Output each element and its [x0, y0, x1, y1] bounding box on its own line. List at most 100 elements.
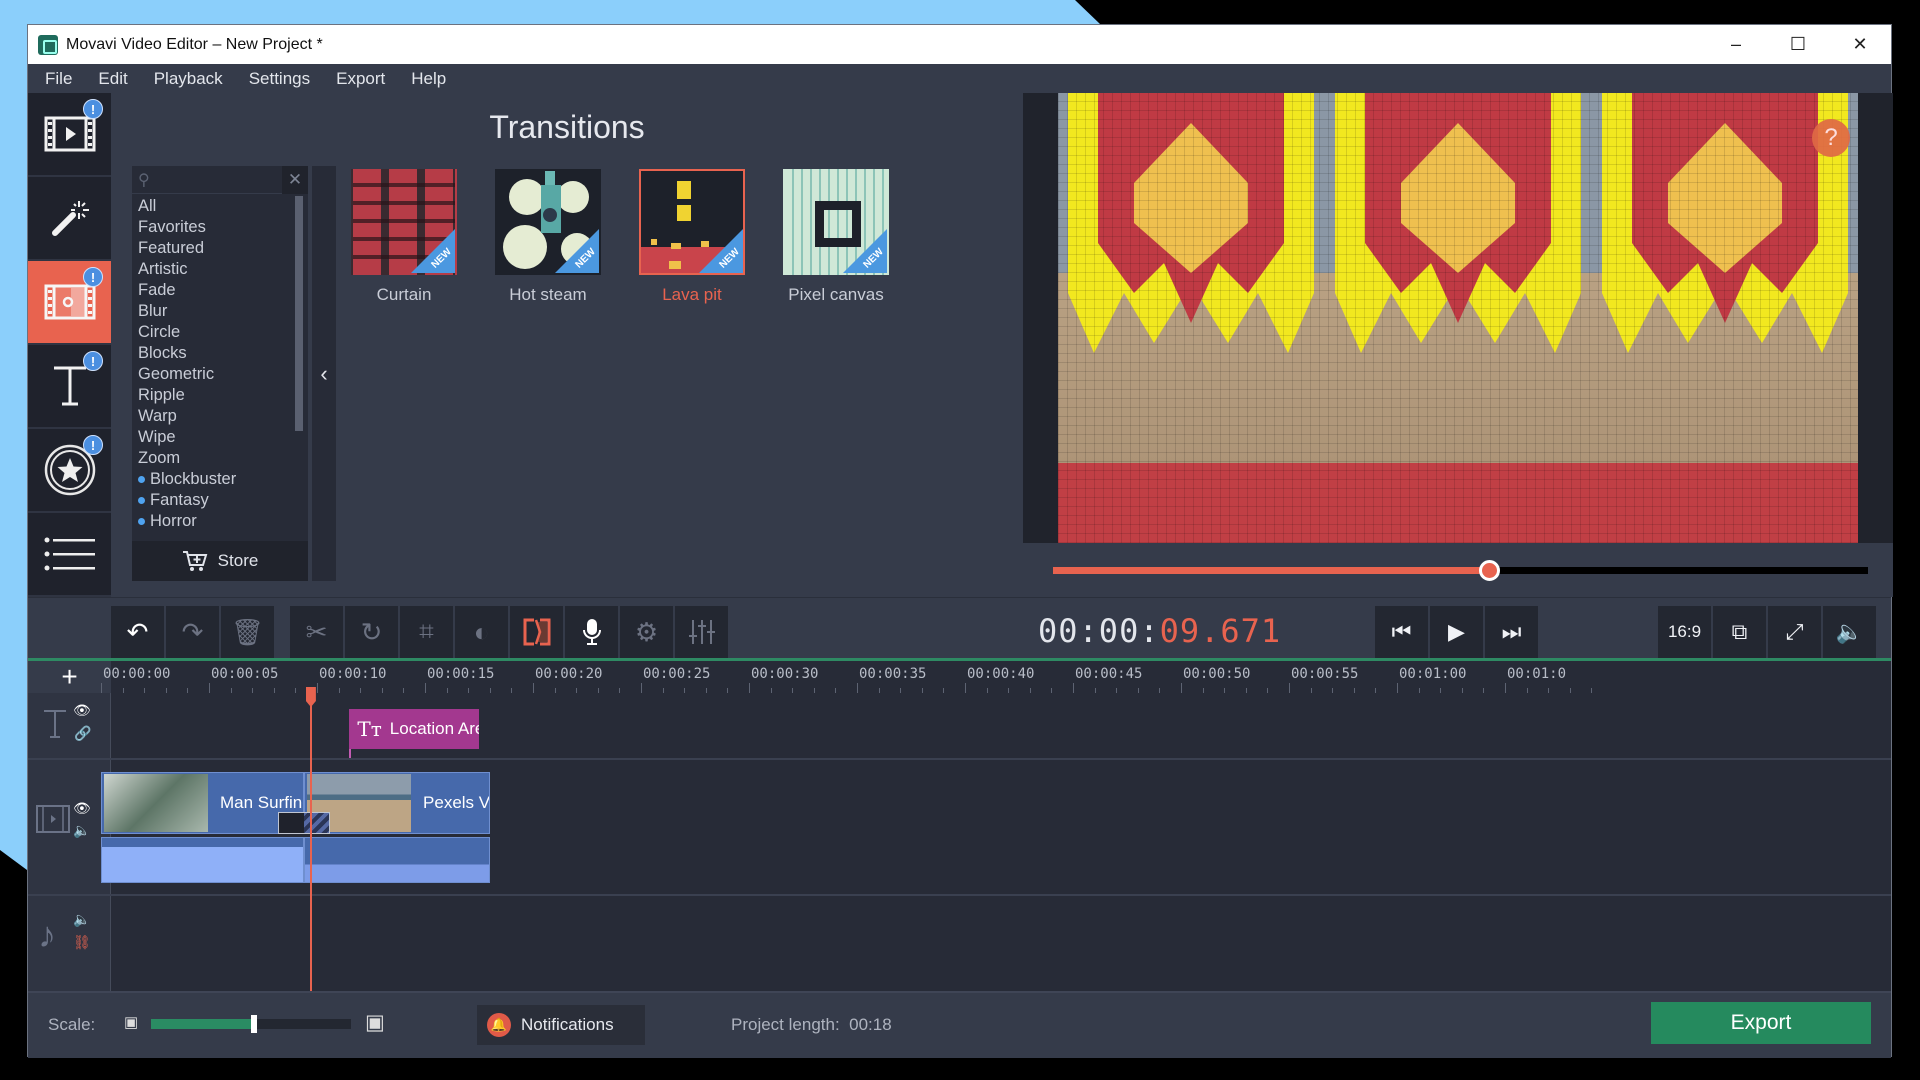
minimize-button[interactable]: –: [1705, 25, 1767, 64]
transition-wizard-button[interactable]: [510, 606, 563, 658]
search-input[interactable]: ⚲ ✕: [132, 166, 308, 194]
category-item[interactable]: Circle: [138, 322, 308, 343]
eye-icon[interactable]: 👁: [73, 800, 91, 817]
notifications-button[interactable]: 🔔 Notifications: [477, 1005, 645, 1045]
store-category-item[interactable]: Fantasy: [138, 490, 308, 511]
sidebar-item-stickers[interactable]: !: [28, 429, 111, 513]
clip-properties-button[interactable]: ⚙: [620, 606, 673, 658]
ruler-tick: [101, 683, 102, 693]
crop-button[interactable]: ⌗: [400, 606, 453, 658]
help-button[interactable]: ?: [1812, 119, 1850, 157]
rotate-button[interactable]: ↻: [345, 606, 398, 658]
volume-button[interactable]: 🔈: [1823, 606, 1876, 658]
timecode-prefix: 00:00:: [1038, 612, 1160, 650]
export-button[interactable]: Export: [1651, 1002, 1871, 1044]
cut-button[interactable]: ✂: [290, 606, 343, 658]
add-track-button[interactable]: +: [28, 661, 111, 693]
menu-file[interactable]: File: [32, 69, 85, 89]
skip-to-start-button[interactable]: ⏮: [1375, 606, 1428, 658]
clip-label: Man Surfing.mp4: [220, 793, 303, 812]
clip-thumbnail: [104, 774, 208, 832]
title-clip-label: Location Area: [389, 719, 479, 738]
zoom-in-film-icon[interactable]: ▣: [365, 1010, 385, 1035]
sidebar-item-filters[interactable]: [28, 177, 111, 261]
transition-lava-pit[interactable]: NEW Lava pit: [639, 169, 745, 305]
aspect-ratio-button[interactable]: 16:9: [1658, 606, 1711, 658]
clear-search-button[interactable]: ✕: [282, 166, 308, 194]
zoom-out-film-icon[interactable]: ▣: [124, 1013, 138, 1031]
speaker-icon[interactable]: 🔈: [73, 911, 90, 928]
color-adjust-button[interactable]: ◐: [455, 606, 508, 658]
speaker-icon: 🔈: [1835, 619, 1864, 644]
category-item[interactable]: Artistic: [138, 259, 308, 280]
category-scrollbar[interactable]: [295, 196, 303, 431]
store-button[interactable]: Store: [132, 541, 308, 581]
scale-label: Scale:: [48, 1015, 96, 1034]
maximize-button[interactable]: ☐: [1767, 25, 1829, 64]
record-voice-button[interactable]: [565, 606, 618, 658]
unlink-icon[interactable]: ⛓: [73, 934, 91, 951]
menu-help[interactable]: Help: [398, 69, 459, 89]
scale-knob[interactable]: [251, 1015, 257, 1033]
sidebar-item-import[interactable]: !: [28, 93, 111, 177]
sidebar-item-more-tools[interactable]: [28, 513, 111, 597]
transition-hot-steam[interactable]: NEW Hot steam: [495, 169, 601, 305]
menu-export[interactable]: Export: [323, 69, 398, 89]
category-item[interactable]: Ripple: [138, 385, 308, 406]
ruler-tick-label: 00:01:00: [1399, 666, 1467, 682]
audio-waveform[interactable]: [304, 837, 490, 883]
sidebar-item-titles[interactable]: !: [28, 345, 111, 429]
collapse-panel-button[interactable]: ‹: [312, 166, 336, 581]
category-list: ⚲ ✕ All Favorites Featured Artistic Fade Blur…: [132, 166, 308, 581]
redo-icon: ↷: [181, 616, 204, 647]
video-clip[interactable]: Pexels Video: [304, 772, 490, 834]
pixel-grid-overlay: [1058, 93, 1858, 543]
close-button[interactable]: ✕: [1829, 25, 1891, 64]
category-item[interactable]: Blur: [138, 301, 308, 322]
category-item[interactable]: Wipe: [138, 427, 308, 448]
speaker-icon[interactable]: 🔈: [73, 822, 90, 839]
ruler-tick-label: 00:00:50: [1183, 666, 1251, 682]
audio-waveform[interactable]: [101, 837, 305, 883]
category-item[interactable]: Blocks: [138, 343, 308, 364]
category-item[interactable]: Zoom: [138, 448, 308, 469]
video-preview[interactable]: ?: [1058, 93, 1858, 543]
detach-preview-button[interactable]: ⧉: [1713, 606, 1766, 658]
category-item[interactable]: Warp: [138, 406, 308, 427]
category-item[interactable]: Fade: [138, 280, 308, 301]
menu-edit[interactable]: Edit: [85, 69, 140, 89]
ruler-tick: [857, 683, 858, 693]
transition-wizard-icon: [523, 618, 550, 646]
category-item[interactable]: All: [138, 196, 308, 217]
audio-equalizer-button[interactable]: [675, 606, 728, 658]
category-item[interactable]: Favorites: [138, 217, 308, 238]
ruler-tick-label: 00:00:35: [859, 666, 927, 682]
timeline-playhead[interactable]: [309, 687, 312, 1017]
skip-to-end-button[interactable]: ⏭: [1485, 606, 1538, 658]
transition-curtain[interactable]: NEW Curtain: [351, 169, 457, 305]
ruler-tick: [641, 683, 642, 693]
store-category-item[interactable]: Horror: [138, 511, 308, 532]
undo-button[interactable]: ↶: [111, 606, 164, 658]
category-label: Fantasy: [150, 491, 209, 509]
transition-marker[interactable]: [278, 812, 331, 834]
eye-icon[interactable]: 👁: [73, 702, 91, 719]
transition-pixel-canvas[interactable]: NEW Pixel canvas: [783, 169, 889, 305]
redo-button[interactable]: ↷: [166, 606, 219, 658]
video-clip[interactable]: Man Surfing.mp4: [101, 772, 305, 834]
fullscreen-button[interactable]: ⤢: [1768, 606, 1821, 658]
title-clip[interactable]: Tт Location Area: [349, 709, 479, 749]
store-category-item[interactable]: Blockbuster: [138, 469, 308, 490]
sidebar-item-transitions[interactable]: !: [28, 261, 111, 345]
menu-playback[interactable]: Playback: [141, 69, 236, 89]
category-item[interactable]: Featured: [138, 238, 308, 259]
menu-settings[interactable]: Settings: [236, 69, 323, 89]
progress-knob[interactable]: [1479, 560, 1501, 581]
delete-button[interactable]: 🗑: [221, 606, 274, 658]
playback-progress-bar[interactable]: [1053, 560, 1868, 581]
play-button[interactable]: ▶: [1430, 606, 1483, 658]
link-icon[interactable]: 🔗: [74, 725, 91, 742]
trash-icon: 🗑: [230, 616, 264, 647]
category-item[interactable]: Geometric: [138, 364, 308, 385]
timeline-scale-slider[interactable]: [151, 1015, 351, 1033]
